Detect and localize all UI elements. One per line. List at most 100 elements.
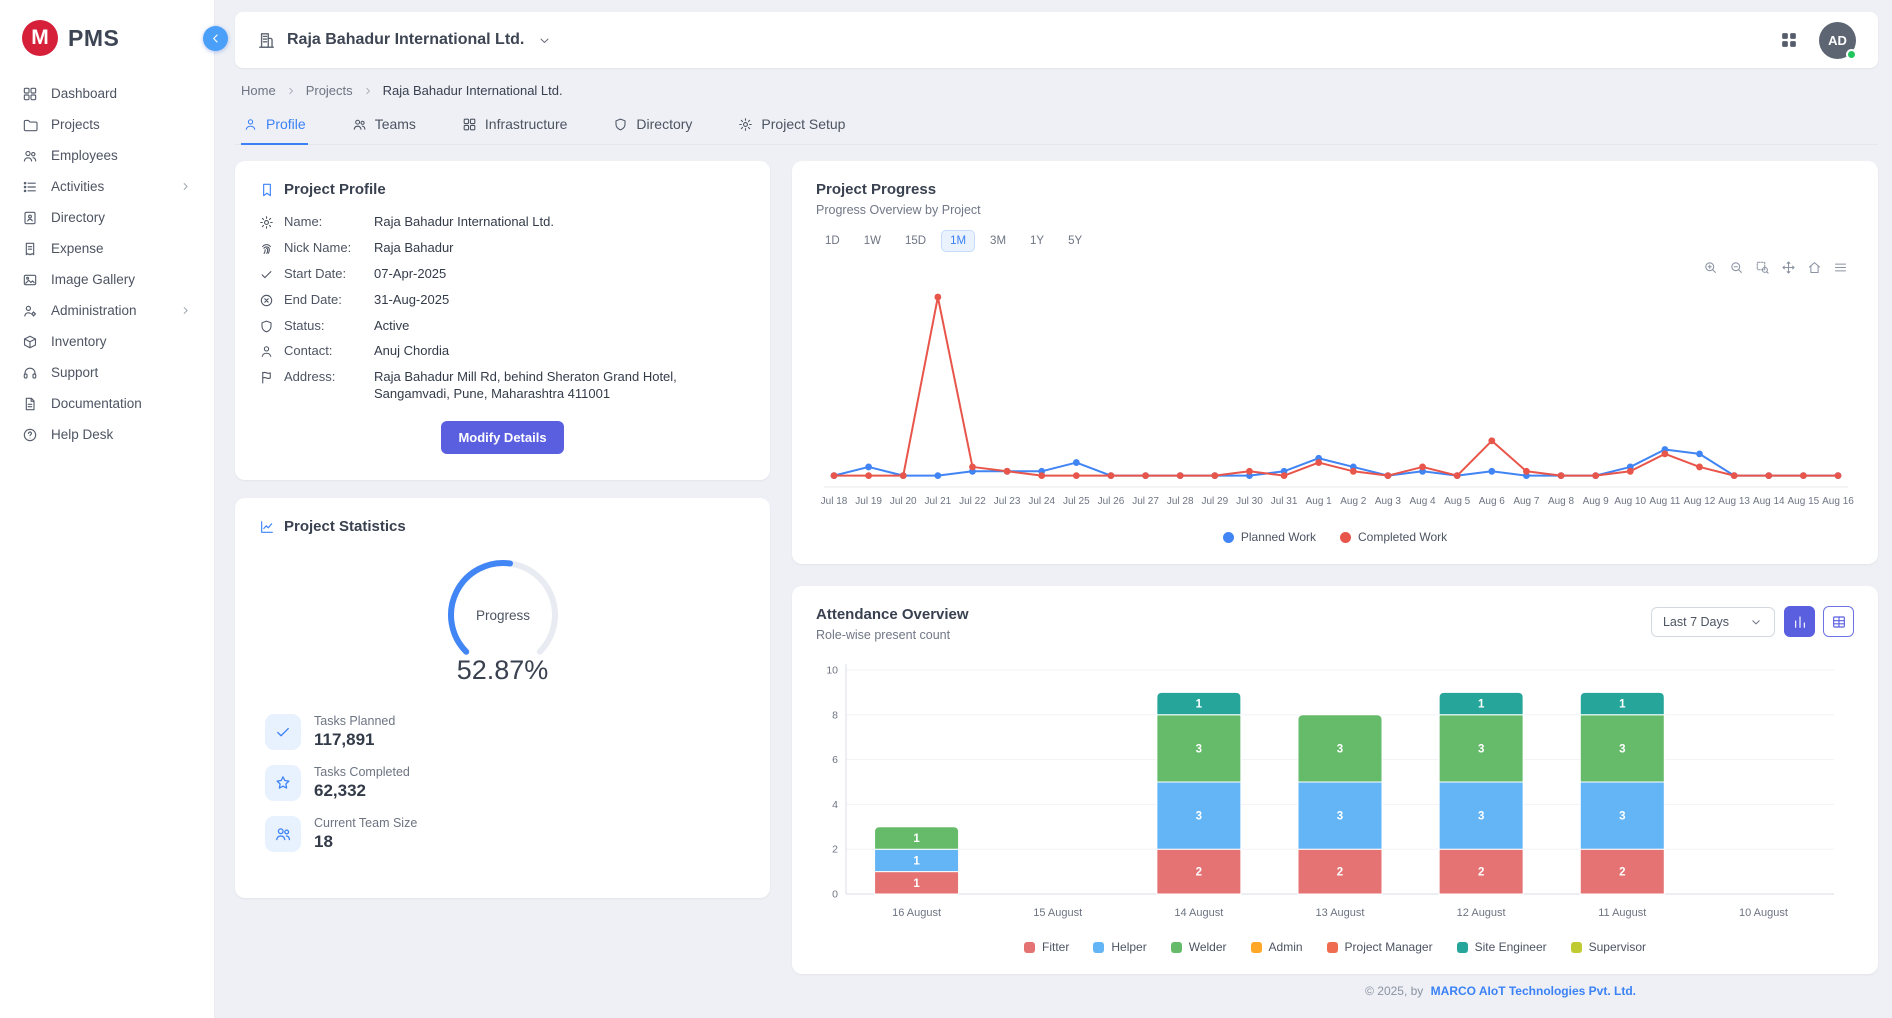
svg-text:2: 2 (832, 844, 838, 856)
stat-label: Current Team Size (314, 816, 417, 830)
sidebar-item-projects[interactable]: Projects (10, 109, 204, 140)
activities-icon (22, 179, 38, 195)
apps-grid-icon[interactable] (1779, 30, 1799, 50)
bookmark-icon (259, 182, 275, 198)
supervisor-swatch (1571, 942, 1582, 953)
svg-text:Aug 9: Aug 9 (1583, 496, 1610, 507)
stat-current-team-size: Current Team Size 18 (265, 816, 746, 852)
range-15d[interactable]: 15D (896, 230, 935, 252)
sidebar-collapse-button[interactable] (203, 26, 228, 51)
sidebar-item-expense[interactable]: Expense (10, 233, 204, 264)
footer-link[interactable]: MARCO AIoT Technologies Pvt. Ltd. (1431, 984, 1636, 998)
card-title: Project Statistics (284, 518, 406, 535)
field-value: Raja Bahadur International Ltd. (374, 214, 746, 231)
svg-text:11 August: 11 August (1598, 907, 1646, 919)
card-title-row: Project Progress (816, 181, 1854, 198)
star-icon (265, 765, 301, 801)
sidebar-item-label: Expense (51, 241, 192, 256)
expense-icon (22, 241, 38, 257)
table-view-button[interactable] (1823, 606, 1854, 637)
company-selector[interactable]: Raja Bahadur International Ltd. (257, 31, 552, 50)
tab-directory[interactable]: Directory (611, 107, 694, 145)
sidebar-item-dashboard[interactable]: Dashboard (10, 78, 204, 109)
sidebar-item-directory[interactable]: Directory (10, 202, 204, 233)
progress-percent: 52.87% (457, 655, 549, 686)
legend-item-site-engineer[interactable]: Site Engineer (1457, 940, 1547, 954)
zoom-in-icon[interactable] (1703, 260, 1718, 275)
svg-text:12 August: 12 August (1457, 907, 1506, 919)
sidebar-item-activities[interactable]: Activities (10, 171, 204, 202)
sidebar-item-administration[interactable]: Administration (10, 295, 204, 326)
sidebar-item-support[interactable]: Support (10, 357, 204, 388)
profile-row-name: Name:Raja Bahadur International Ltd. (259, 214, 746, 231)
legend-item-helper[interactable]: Helper (1093, 940, 1146, 954)
range-1w[interactable]: 1W (855, 230, 890, 252)
planned-work-swatch (1223, 532, 1234, 543)
svg-text:2: 2 (1478, 867, 1484, 879)
profile-row-end-date: End Date:31-Aug-2025 (259, 292, 746, 309)
legend-item-project-manager[interactable]: Project Manager (1327, 940, 1433, 954)
date-range-select[interactable]: Last 7 Days (1651, 607, 1775, 637)
sidebar-item-documentation[interactable]: Documentation (10, 388, 204, 419)
home-icon[interactable] (1807, 260, 1822, 275)
sidebar-item-label: Dashboard (51, 86, 192, 101)
box-zoom-icon[interactable] (1755, 260, 1770, 275)
tab-label: Profile (266, 116, 306, 132)
fitter-swatch (1024, 942, 1035, 953)
svg-text:Aug 6: Aug 6 (1479, 496, 1506, 507)
breadcrumb-item-projects[interactable]: Projects (306, 83, 353, 98)
sidebar-item-inventory[interactable]: Inventory (10, 326, 204, 357)
card-title: Project Progress (816, 181, 936, 198)
attendance-titles: Attendance Overview Role-wise present co… (816, 606, 969, 642)
legend-item-admin[interactable]: Admin (1251, 940, 1303, 954)
range-1d[interactable]: 1D (816, 230, 849, 252)
legend-item-welder[interactable]: Welder (1171, 940, 1227, 954)
svg-text:Aug 8: Aug 8 (1548, 496, 1575, 507)
check-icon (259, 266, 274, 283)
legend-label: Project Manager (1345, 940, 1433, 954)
field-value: Raja Bahadur Mill Rd, behind Sheraton Gr… (374, 369, 746, 403)
menu-icon[interactable] (1833, 260, 1848, 275)
pan-icon[interactable] (1781, 260, 1796, 275)
tab-label: Teams (375, 116, 416, 132)
sidebar-item-label: Administration (51, 303, 166, 318)
chart-view-button[interactable] (1784, 606, 1815, 637)
legend-item-completed-work[interactable]: Completed Work (1340, 530, 1447, 544)
tab-teams[interactable]: Teams (350, 107, 418, 145)
attendance-bar-chart[interactable]: 024681016 August15 August14 August13 Aug… (816, 656, 1854, 936)
breadcrumb-item-home[interactable]: Home (241, 83, 276, 98)
svg-text:Aug 12: Aug 12 (1684, 496, 1716, 507)
card-title-row: Attendance Overview (816, 606, 969, 623)
profile-row-address: Address: Raja Bahadur Mill Rd, behind She… (259, 369, 746, 403)
legend-item-supervisor[interactable]: Supervisor (1571, 940, 1646, 954)
tab-infrastructure[interactable]: Infrastructure (460, 107, 569, 145)
gauge-label: Progress (475, 608, 529, 623)
avatar[interactable]: AD (1819, 22, 1856, 59)
range-5y[interactable]: 5Y (1059, 230, 1091, 252)
tab-profile[interactable]: Profile (241, 107, 308, 145)
svg-text:1: 1 (913, 855, 920, 867)
card-title-row: Project Profile (259, 181, 746, 198)
legend-item-planned-work[interactable]: Planned Work (1223, 530, 1316, 544)
sidebar-item-help-desk[interactable]: Help Desk (10, 419, 204, 450)
range-1m[interactable]: 1M (941, 230, 975, 252)
range-3m[interactable]: 3M (981, 230, 1015, 252)
modify-details-button[interactable]: Modify Details (441, 421, 563, 454)
chevron-down-icon (537, 33, 552, 48)
tab-project-setup[interactable]: Project Setup (736, 107, 847, 145)
progress-line-chart[interactable]: Jul 18Jul 19Jul 20Jul 21Jul 22Jul 23Jul … (816, 258, 1854, 526)
sidebar-item-image-gallery[interactable]: Image Gallery (10, 264, 204, 295)
grid-icon (462, 117, 477, 132)
legend-item-fitter[interactable]: Fitter (1024, 940, 1069, 954)
svg-text:Jul 31: Jul 31 (1271, 496, 1298, 507)
range-1y[interactable]: 1Y (1021, 230, 1053, 252)
zoom-out-icon[interactable] (1729, 260, 1744, 275)
legend-label: Helper (1111, 940, 1146, 954)
field-label: Address: (284, 369, 364, 403)
tab-label: Infrastructure (485, 116, 567, 132)
stat-tasks-planned: Tasks Planned117,891 (265, 714, 746, 750)
image-gallery-icon (22, 272, 38, 288)
sidebar-item-employees[interactable]: Employees (10, 140, 204, 171)
legend-label: Completed Work (1358, 530, 1447, 544)
stat-value: 18 (314, 832, 417, 852)
